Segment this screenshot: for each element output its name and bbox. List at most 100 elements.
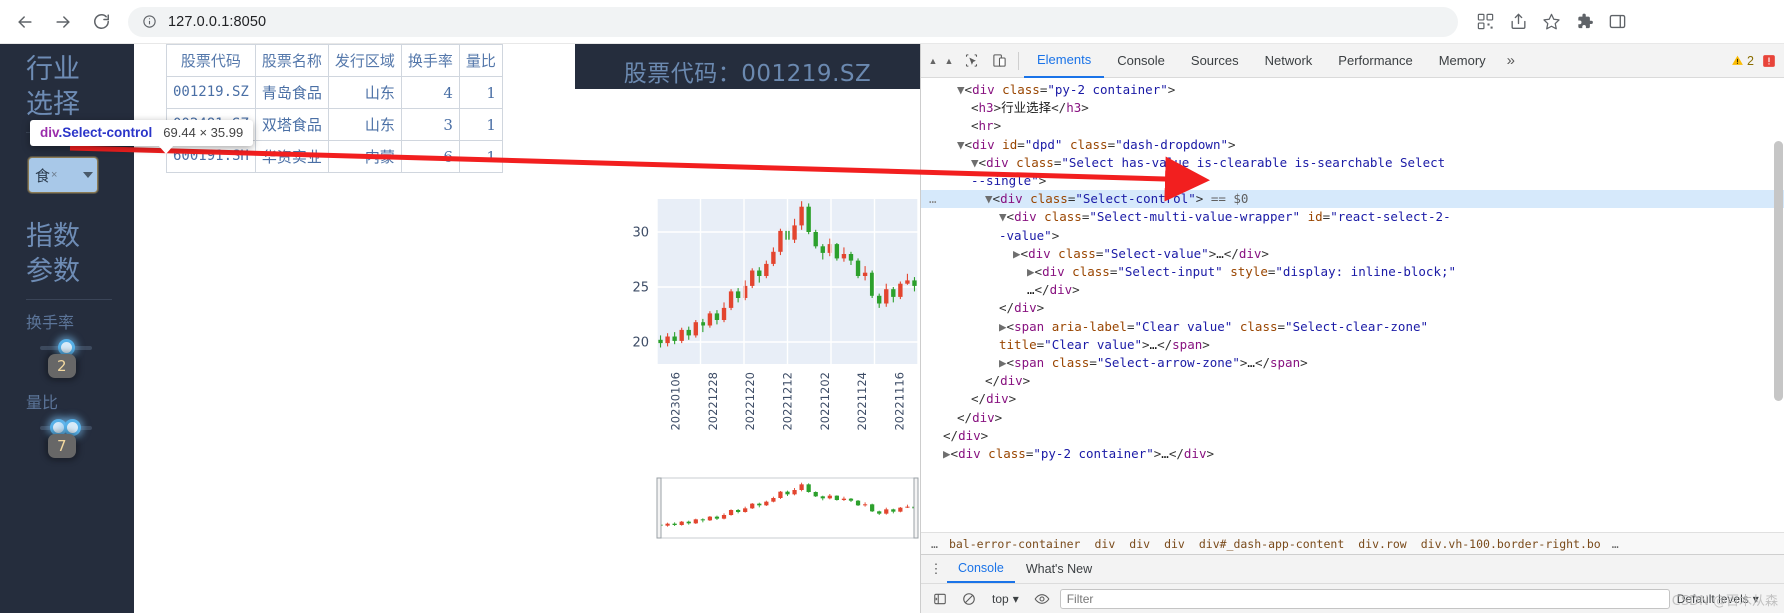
- tab-performance[interactable]: Performance: [1325, 44, 1425, 78]
- cell-name: 双塔食品: [254, 108, 329, 141]
- site-info-icon[interactable]: [142, 14, 157, 29]
- dom-line[interactable]: ▶<span class="Select-arrow-zone">…</span…: [921, 354, 1784, 372]
- breadcrumb-item[interactable]: div#_dash-app-content: [1192, 537, 1351, 551]
- dom-line[interactable]: </div>: [921, 372, 1784, 390]
- y-axis-tick: 20: [632, 336, 649, 351]
- breadcrumb-item[interactable]: div.vh-100.border-right.bo: [1414, 537, 1608, 551]
- dom-line[interactable]: …</div>: [921, 281, 1784, 299]
- y-axis-tick: 30: [632, 226, 649, 241]
- share-icon[interactable]: [1503, 7, 1533, 37]
- reload-icon[interactable]: [84, 5, 118, 39]
- x-axis-tick: 20221212: [781, 372, 795, 431]
- dom-line[interactable]: --single">: [921, 172, 1784, 190]
- cell-volratio: 1: [458, 76, 503, 109]
- candlestick-chart[interactable]: 20 25 30 20230106 20221228 20221220 20221212 20…: [575, 189, 920, 489]
- breadcrumb-overflow[interactable]: …: [927, 537, 942, 551]
- screenshot-root: 127.0.0.1:8050 行业 选择 食 × 指数 参数 换手率 2 量比 …: [0, 0, 1784, 613]
- tab-scroll-arrows-2[interactable]: ▲: [941, 56, 957, 66]
- drawer-tab-console[interactable]: Console: [947, 555, 1015, 583]
- clear-console-icon[interactable]: [958, 588, 980, 610]
- breadcrumb-item[interactable]: bal-error-container: [942, 537, 1088, 551]
- tab-scroll-arrows[interactable]: ▲: [925, 56, 941, 66]
- devtools-drawer: ⋮ Console What's New top ▾ Filter Defaul…: [921, 554, 1784, 613]
- cell-region: 山东: [327, 108, 402, 141]
- dom-line[interactable]: ▼<div class="Select has-value is-clearab…: [921, 154, 1784, 172]
- dom-line[interactable]: ▶<div class="py-2 container">…</div>: [921, 445, 1784, 463]
- dom-line[interactable]: ▶<span aria-label="Clear value" class="S…: [921, 318, 1784, 336]
- dom-line[interactable]: </div>: [921, 427, 1784, 445]
- console-toolbar: top ▾ Filter Default levels ▾: [921, 583, 1784, 613]
- address-bar[interactable]: 127.0.0.1:8050: [128, 6, 1458, 37]
- navigation-buttons: [0, 5, 118, 39]
- dom-line[interactable]: title="Clear value">…</span>: [921, 336, 1784, 354]
- x-axis-tick: 20221116: [892, 372, 906, 431]
- breadcrumb-overflow[interactable]: …: [1608, 537, 1623, 551]
- tab-sources[interactable]: Sources: [1178, 44, 1252, 78]
- volume-ratio-slider-track[interactable]: [40, 419, 92, 436]
- dom-line[interactable]: <h3>行业选择</h3>: [921, 99, 1784, 117]
- error-badge[interactable]: [1762, 54, 1776, 68]
- breadcrumb-item[interactable]: div.row: [1351, 537, 1413, 551]
- dom-line[interactable]: ▶<div class="Select-value">…</div>: [921, 245, 1784, 263]
- params-heading-line2: 参数: [26, 256, 80, 287]
- dom-line[interactable]: </div>: [921, 299, 1784, 317]
- dom-line[interactable]: ▼<div class="py-2 container">: [921, 81, 1784, 99]
- elements-scrollbar[interactable]: [1774, 81, 1783, 441]
- cell-volratio: 1: [458, 140, 503, 173]
- bookmark-star-icon[interactable]: [1536, 7, 1566, 37]
- breadcrumb[interactable]: … bal-error-container div div div div#_dash-a…: [921, 532, 1784, 554]
- range-slider-chart[interactable]: [575, 474, 920, 564]
- turnover-slider-track[interactable]: [40, 339, 92, 356]
- inspector-tag: div: [40, 125, 59, 140]
- device-toolbar-icon[interactable]: [985, 47, 1013, 75]
- clear-value-icon[interactable]: ×: [51, 169, 57, 181]
- elements-tree[interactable]: ▼<div class="py-2 container"> <h3>行业选择</h…: [921, 78, 1784, 532]
- scroll-up-icon-2[interactable]: ▲: [945, 56, 954, 66]
- qr-code-icon[interactable]: [1470, 7, 1500, 37]
- tab-network[interactable]: Network: [1252, 44, 1326, 78]
- dom-line[interactable]: ▼<div id="dpd" class="dash-dropdown">: [921, 136, 1784, 154]
- dom-line[interactable]: … ▼<div class="Select-control"> == $0: [921, 190, 1784, 209]
- dom-line[interactable]: <hr>: [921, 117, 1784, 135]
- drawer-tab-whats-new[interactable]: What's New: [1015, 555, 1103, 583]
- extensions-icon[interactable]: [1569, 7, 1599, 37]
- params-heading-line1: 指数: [26, 221, 80, 252]
- inspect-element-icon[interactable]: [957, 47, 985, 75]
- scroll-up-icon[interactable]: ▲: [929, 56, 938, 66]
- breadcrumb-item[interactable]: div: [1157, 537, 1192, 551]
- inspector-dimensions: 69.44 × 35.99: [163, 125, 244, 140]
- dom-tree-content[interactable]: ▼<div class="py-2 container"> <h3>行业选择</h…: [921, 81, 1784, 463]
- dom-line[interactable]: </div>: [921, 390, 1784, 408]
- console-sidebar-icon[interactable]: [929, 588, 951, 610]
- turnover-slider[interactable]: 2: [0, 336, 134, 390]
- elements-scroll-thumb[interactable]: [1774, 141, 1783, 401]
- breadcrumb-item[interactable]: div: [1088, 537, 1123, 551]
- volume-ratio-slider[interactable]: 7: [0, 416, 134, 470]
- tab-memory[interactable]: Memory: [1426, 44, 1499, 78]
- back-icon[interactable]: [8, 5, 42, 39]
- cell-name: 华资实业: [254, 140, 329, 173]
- console-context-select[interactable]: top ▾: [987, 590, 1024, 608]
- toolbar-divider: [1018, 51, 1019, 70]
- dom-line[interactable]: ▶<div class="Select-input" style="displa…: [921, 263, 1784, 281]
- console-eye-icon[interactable]: [1031, 588, 1053, 610]
- sidebar-divider-2: [26, 299, 112, 300]
- tab-console[interactable]: Console: [1104, 44, 1178, 78]
- warning-badge[interactable]: 2: [1731, 54, 1754, 68]
- dom-line[interactable]: -value">: [921, 227, 1784, 245]
- side-panel-icon[interactable]: [1602, 7, 1632, 37]
- stock-table-container: 股票代码 股票名称 发行区域 换手率 量比 001219.SZ 青岛食品 山东 …: [166, 44, 503, 173]
- breadcrumb-item[interactable]: div: [1122, 537, 1157, 551]
- dom-line[interactable]: </div>: [921, 409, 1784, 427]
- col-header-volratio: 量比: [458, 44, 503, 77]
- console-filter-input[interactable]: Filter: [1059, 588, 1670, 609]
- tab-elements[interactable]: Elements: [1024, 44, 1105, 78]
- drawer-menu-icon[interactable]: ⋮: [925, 561, 947, 577]
- devtools-panel: ▲ ▲ Elements Console Sources Network Per…: [920, 44, 1784, 613]
- dom-line[interactable]: ▼<div class="Select-multi-value-wrapper"…: [921, 208, 1784, 226]
- more-tabs-icon[interactable]: »: [1499, 52, 1523, 69]
- cell-region: 山东: [327, 76, 402, 109]
- forward-icon[interactable]: [46, 5, 80, 39]
- industry-select-control[interactable]: 食 ×: [28, 157, 98, 193]
- chevron-down-icon[interactable]: [83, 172, 93, 178]
